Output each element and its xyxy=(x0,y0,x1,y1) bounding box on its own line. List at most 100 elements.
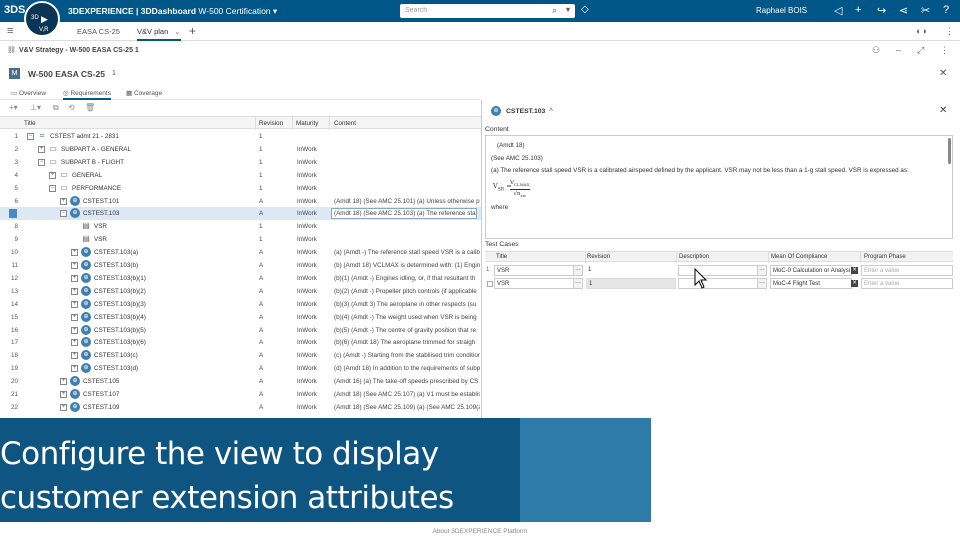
row-maturity[interactable]: InWork xyxy=(297,288,317,295)
expand-icon[interactable]: + xyxy=(60,403,67,411)
row-title[interactable]: CSTEST.103(d) xyxy=(94,365,138,372)
table-row[interactable]: 8 ▤ VSR 1 InWork xyxy=(0,220,481,233)
column-divider[interactable] xyxy=(585,252,586,263)
row-title[interactable]: CSTEST.103(a) xyxy=(94,249,138,256)
row-title[interactable]: GENERAL xyxy=(72,172,102,179)
dashboard-name[interactable]: W-500 Certification xyxy=(198,6,270,16)
table-row[interactable]: 20 + ⊕ CSTEST.105 A InWork (Amdt 16) (a) The t… xyxy=(0,375,481,388)
expand-icon[interactable]: + xyxy=(60,197,67,205)
row-maturity[interactable]: InWork xyxy=(297,159,317,166)
browse-button[interactable]: … xyxy=(573,265,583,276)
collapse-icon[interactable]: − xyxy=(60,210,67,218)
row-content[interactable]: (c) (Amdt -) Starting from the stabilise… xyxy=(334,352,480,359)
caret-up-icon[interactable]: ˄ xyxy=(549,107,553,114)
row-content[interactable]: (b)(5) (Amdt -) The centre of gravity po… xyxy=(334,327,480,334)
row-maturity[interactable]: InWork xyxy=(297,146,317,153)
table-row[interactable]: 5 − ▭ PERFORMANCE 1 InWork xyxy=(0,182,481,195)
browse-button[interactable]: … xyxy=(573,278,583,289)
row-maturity[interactable]: InWork xyxy=(297,275,317,282)
row-content[interactable]: (Amdt 18) (See AMC 25.103) (a) The refer… xyxy=(331,208,477,220)
column-header-revision[interactable]: Revision xyxy=(587,254,610,260)
row-maturity[interactable]: InWork xyxy=(297,352,317,359)
collapse-icon[interactable]: − xyxy=(27,133,34,140)
user-name[interactable]: Raphael BOIS xyxy=(756,6,807,15)
row-maturity[interactable]: InWork xyxy=(297,327,317,334)
row-checkbox[interactable] xyxy=(487,281,493,287)
row-maturity[interactable]: InWork xyxy=(297,378,317,385)
row-maturity[interactable]: InWork xyxy=(297,185,317,192)
row-maturity[interactable]: InWork xyxy=(297,236,317,243)
browse-button[interactable]: … xyxy=(757,278,767,289)
row-title[interactable]: CSTEST admt 21 - 2831 xyxy=(50,133,119,140)
column-divider[interactable] xyxy=(329,117,330,130)
collapse-icon[interactable]: − xyxy=(38,158,45,166)
tag-icon[interactable]: ◇ xyxy=(581,4,589,15)
search-icon[interactable]: ⌕ xyxy=(552,5,557,16)
title-field[interactable]: VSR xyxy=(494,265,574,276)
chevron-down-icon[interactable]: ▾ xyxy=(566,5,570,14)
help-icon[interactable]: ? xyxy=(943,4,949,16)
table-row[interactable]: 10 + ⊕ CSTEST.103(a) A InWork (a) (Amdt -) The… xyxy=(0,246,481,259)
expand-icon[interactable]: + xyxy=(71,300,78,308)
row-title[interactable]: SUBPART A - GENERAL xyxy=(61,146,131,153)
expand-icon[interactable]: + xyxy=(71,365,78,373)
column-header-title[interactable]: Title xyxy=(496,254,507,260)
row-title[interactable]: CSTEST.107 xyxy=(83,391,119,398)
more-icon[interactable]: ⋮ xyxy=(940,45,949,56)
more-icon[interactable]: ⋮ xyxy=(945,26,954,37)
title-field[interactable]: VSR xyxy=(494,278,574,289)
table-row[interactable]: 12 + ⊕ CSTEST.103(b)(1) A InWork (b)(1) (Amdt … xyxy=(0,272,481,285)
table-row[interactable]: 1 − ⌗ CSTEST admt 21 - 2831 1 xyxy=(0,130,481,143)
row-title[interactable]: CSTEST.101 xyxy=(83,198,119,205)
add-tab-button[interactable]: + xyxy=(189,24,196,38)
add-icon[interactable]: + xyxy=(855,4,861,16)
expand-icon[interactable]: + xyxy=(71,326,78,334)
insert-icon[interactable]: ⊥▾ xyxy=(30,103,41,112)
row-maturity[interactable]: InWork xyxy=(297,172,317,179)
expand-icon[interactable]: + xyxy=(60,391,67,398)
column-header-revision[interactable]: Revision xyxy=(259,120,283,127)
table-row[interactable]: 14 + ⊕ CSTEST.103(b)(3) A InWork (b)(3) (Amdt … xyxy=(0,298,481,311)
row-content[interactable]: (Amdt 18) (See AMC 25.109) (a) (See AMC … xyxy=(334,404,480,411)
table-row[interactable]: 4 + ▭ GENERAL 1 InWork xyxy=(0,169,481,182)
row-content[interactable]: (b)(6) (Amdt 18) The aeroplane trimmed f… xyxy=(334,339,480,346)
column-header-mean-of-compliance[interactable]: Mean Of Compliance xyxy=(771,254,827,260)
column-divider[interactable] xyxy=(860,252,861,263)
description-field[interactable] xyxy=(678,278,758,289)
row-maturity[interactable]: InWork xyxy=(297,223,317,230)
row-content[interactable]: (Amdt 18) (See AMC 25.101) (a) Unless ot… xyxy=(334,198,480,205)
close-icon[interactable]: ✕ xyxy=(939,68,947,79)
network-icon[interactable]: ⋖ xyxy=(899,4,908,17)
tab-requirements[interactable]: ◎ Requirements xyxy=(63,89,111,100)
row-selection-indicator[interactable] xyxy=(9,209,17,219)
tools-icon[interactable]: ✂ xyxy=(921,4,930,17)
row-title[interactable]: CSTEST.103(b) xyxy=(94,262,138,269)
table-row[interactable]: 22 + ⊕ CSTEST.109 A InWork (Amdt 18) (See AMC … xyxy=(0,401,481,414)
ds-logo[interactable]: 3DS xyxy=(4,4,25,16)
add-icon[interactable]: +▾ xyxy=(9,103,18,112)
column-header-title[interactable]: Title xyxy=(24,120,36,127)
menu-icon[interactable]: ≡ xyxy=(7,25,13,37)
browse-button[interactable]: … xyxy=(757,265,767,276)
scrollbar[interactable] xyxy=(948,138,951,164)
forward-icon[interactable]: ↪ xyxy=(877,4,886,17)
column-divider[interactable] xyxy=(255,117,256,130)
share-icon[interactable]: ◁ xyxy=(834,4,842,17)
row-maturity[interactable]: InWork xyxy=(297,365,317,372)
program-phase-input[interactable]: Enter a value xyxy=(861,278,953,289)
clear-icon[interactable]: ✕ xyxy=(851,267,858,274)
expand-icon[interactable]: + xyxy=(38,145,45,153)
row-title[interactable]: CSTEST.103(c) xyxy=(94,352,138,359)
chevron-down-icon[interactable]: ▾ xyxy=(273,6,277,16)
expand-icon[interactable]: + xyxy=(71,262,78,269)
row-maturity[interactable]: InWork xyxy=(297,249,317,256)
row-content[interactable]: (Amdt 16) (a) The take-off speeds prescr… xyxy=(334,378,480,385)
row-content[interactable]: (Amdt 18) (See AMC 25.107) (a) V1 must b… xyxy=(334,391,480,398)
row-title[interactable]: CSTEST.103(b)(3) xyxy=(94,301,146,308)
compass-button[interactable]: 3D ▶ V,R xyxy=(24,1,60,37)
row-title[interactable]: CSTEST.105 xyxy=(83,378,119,385)
row-title[interactable]: CSTEST.103(b)(1) xyxy=(94,275,146,282)
expand-icon[interactable]: + xyxy=(71,352,78,360)
table-row[interactable]: 2 + ▭ SUBPART A - GENERAL 1 InWork xyxy=(0,143,481,156)
row-maturity[interactable]: InWork xyxy=(297,391,317,398)
